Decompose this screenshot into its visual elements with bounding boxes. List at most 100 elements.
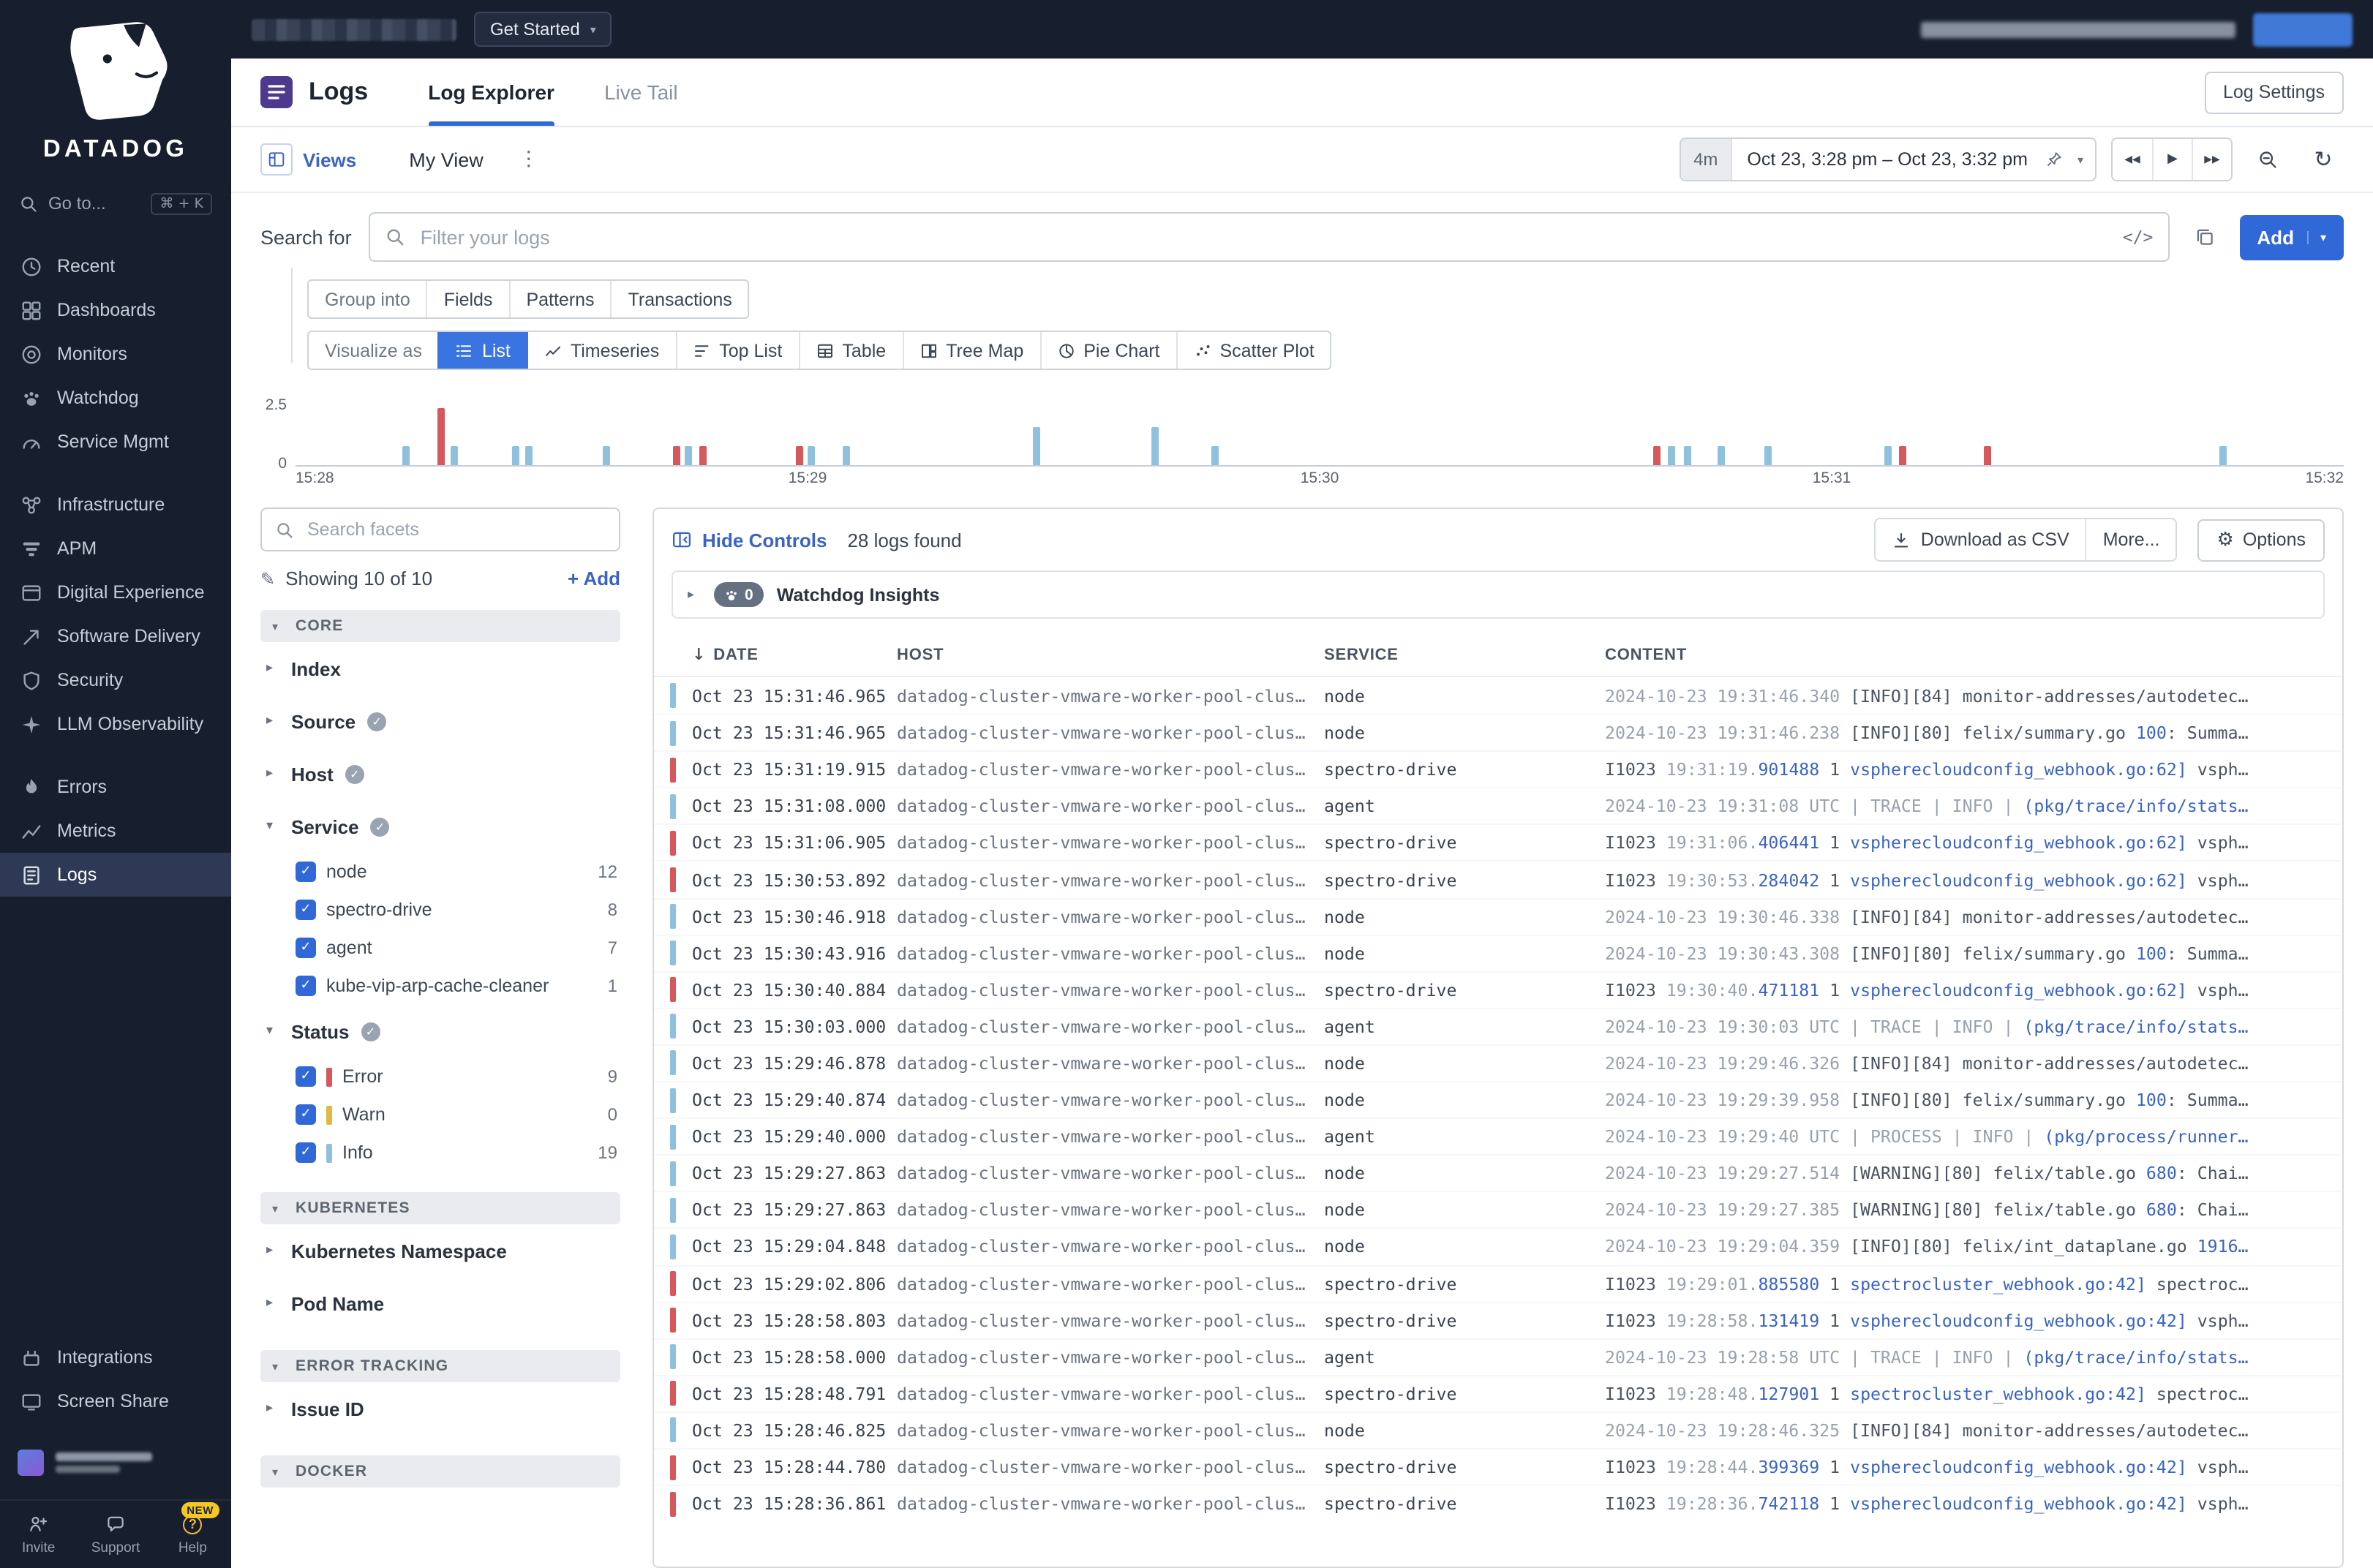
facet-search-input[interactable] — [304, 518, 606, 541]
sidebar-item-metrics[interactable]: Metrics — [0, 809, 231, 853]
download-csv-button[interactable]: Download as CSV — [1875, 519, 2086, 560]
refresh-button[interactable]: ↻ — [2303, 137, 2344, 181]
sidebar-item-recent[interactable]: Recent — [0, 244, 231, 288]
log-row[interactable]: Oct 23 15:29:40.874 datadog-cluster-vmwar… — [654, 1081, 2342, 1117]
edit-icon[interactable]: ✎ — [260, 568, 275, 589]
histogram-bar[interactable] — [1211, 446, 1219, 465]
viz-tab-top-list[interactable]: Top List — [675, 332, 798, 369]
checkbox-checked[interactable]: ✓ — [296, 1104, 316, 1125]
facet-pod-name[interactable]: ▸ Pod Name — [260, 1277, 620, 1330]
histogram-bar[interactable] — [1151, 427, 1159, 465]
histogram-bar[interactable] — [795, 446, 803, 465]
log-row[interactable]: Oct 23 15:28:48.791 datadog-cluster-vmwar… — [654, 1374, 2342, 1411]
facet-issue-id[interactable]: ▸ Issue ID — [260, 1382, 620, 1435]
log-row[interactable]: Oct 23 15:29:40.000 datadog-cluster-vmwar… — [654, 1117, 2342, 1154]
time-range-picker[interactable]: 4m Oct 23, 3:28 pm – Oct 23, 3:32 pm ▾ — [1679, 137, 2096, 181]
kebab-menu-icon[interactable]: ⋮ — [519, 148, 539, 171]
tab-live-tail[interactable]: Live Tail — [604, 59, 678, 126]
filter-input[interactable] — [417, 225, 2111, 249]
pin-icon[interactable] — [2042, 151, 2066, 168]
histogram-bar[interactable] — [603, 446, 610, 465]
histogram-bar[interactable] — [1717, 446, 1725, 465]
facet-host[interactable]: ▸ Host ✓ — [260, 747, 620, 800]
forward-button[interactable]: ▶▶ — [2192, 139, 2231, 180]
histogram-plot[interactable] — [296, 402, 2344, 467]
histogram-bar[interactable] — [1764, 446, 1772, 465]
sidebar-item-digital-experience[interactable]: Digital Experience — [0, 570, 231, 614]
zoom-out-button[interactable] — [2247, 137, 2288, 181]
sidebar-item-apm[interactable]: APM — [0, 527, 231, 570]
histogram-bar[interactable] — [512, 446, 520, 465]
code-toggle-icon[interactable]: </> — [2123, 227, 2154, 247]
sidebar-item-integrations[interactable]: Integrations — [0, 1335, 231, 1379]
column-host[interactable]: HOST — [897, 646, 1324, 663]
sidebar-item-watchdog[interactable]: Watchdog — [0, 376, 231, 420]
histogram-bar[interactable] — [699, 446, 707, 465]
log-row[interactable]: Oct 23 15:29:27.863 datadog-cluster-vmwar… — [654, 1191, 2342, 1228]
viz-tab-tree-map[interactable]: Tree Map — [902, 332, 1039, 369]
checkbox-checked[interactable]: ✓ — [296, 1066, 316, 1087]
histogram-bar[interactable] — [672, 446, 680, 465]
chevron-down-icon[interactable]: ▾ — [2066, 153, 2095, 166]
viz-tab-scatter-plot[interactable]: Scatter Plot — [1176, 332, 1330, 369]
play-button[interactable]: ▶ — [2152, 139, 2192, 180]
histogram-bar[interactable] — [1899, 446, 1907, 465]
get-started-button[interactable]: Get Started ▾ — [474, 12, 612, 47]
facet-service[interactable]: ▾ Service ✓ — [260, 800, 620, 853]
column-date[interactable]: ↓ DATE — [692, 645, 897, 664]
histogram-bar[interactable] — [685, 446, 692, 465]
sidebar-item-screen-share[interactable]: Screen Share — [0, 1379, 231, 1423]
histogram-bar[interactable] — [437, 408, 445, 465]
histogram-bar[interactable] — [1884, 446, 1892, 465]
watchdog-insights[interactable]: ▸ 0 Watchdog Insights — [672, 570, 2325, 619]
sidebar-item-dashboards[interactable]: Dashboards — [0, 288, 231, 332]
more-button[interactable]: More... — [2085, 519, 2176, 560]
invite-button[interactable]: Invite — [0, 1501, 77, 1568]
histogram-bar[interactable] — [402, 446, 410, 465]
facet-status[interactable]: ▾ Status ✓ — [260, 1005, 620, 1058]
view-name[interactable]: My View — [409, 148, 484, 170]
log-row[interactable]: Oct 23 15:28:44.780 datadog-cluster-vmwar… — [654, 1447, 2342, 1485]
hide-controls-button[interactable]: Hide Controls — [672, 529, 827, 551]
sidebar-item-errors[interactable]: Errors — [0, 765, 231, 809]
log-search-input[interactable]: </> — [369, 212, 2170, 262]
checkbox-checked[interactable]: ✓ — [296, 862, 316, 882]
log-row[interactable]: Oct 23 15:30:53.892 datadog-cluster-vmwar… — [654, 860, 2342, 897]
histogram-bar[interactable] — [1033, 427, 1040, 465]
viz-tab-table[interactable]: Table — [798, 332, 902, 369]
log-row[interactable]: Oct 23 15:29:27.863 datadog-cluster-vmwar… — [654, 1154, 2342, 1191]
histogram-bar[interactable] — [1684, 446, 1692, 465]
facet-section-docker[interactable]: ▾ DOCKER — [260, 1455, 620, 1488]
facet-value-info[interactable]: ✓ Info 19 — [260, 1134, 620, 1172]
help-button[interactable]: NEW? Help — [154, 1501, 231, 1568]
tab-patterns[interactable]: Patterns — [508, 281, 610, 317]
facet-value-node[interactable]: ✓ node 12 — [260, 853, 620, 891]
views-button[interactable]: Views — [260, 143, 356, 176]
log-row[interactable]: Oct 23 15:31:06.905 datadog-cluster-vmwar… — [654, 823, 2342, 861]
facet-section-kubernetes[interactable]: ▾ KUBERNETES — [260, 1192, 620, 1224]
facet-value-spectro-drive[interactable]: ✓ spectro-drive 8 — [260, 891, 620, 929]
facet-section-error-tracking[interactable]: ▾ ERROR TRACKING — [260, 1350, 620, 1382]
redacted-topbar-button[interactable] — [2253, 12, 2353, 46]
sidebar-item-service-mgmt[interactable]: Service Mgmt — [0, 420, 231, 464]
log-row[interactable]: Oct 23 15:30:03.000 datadog-cluster-vmwar… — [654, 1007, 2342, 1044]
support-button[interactable]: Support — [77, 1501, 154, 1568]
sidebar-item-security[interactable]: Security — [0, 658, 231, 702]
log-row[interactable]: Oct 23 15:30:43.916 datadog-cluster-vmwar… — [654, 934, 2342, 970]
column-content[interactable]: CONTENT — [1605, 646, 2342, 663]
search-for-label[interactable]: Search for — [260, 226, 352, 248]
log-row[interactable]: Oct 23 15:31:08.000 datadog-cluster-vmwar… — [654, 787, 2342, 824]
facet-value-warn[interactable]: ✓ Warn 0 — [260, 1096, 620, 1134]
log-row[interactable]: Oct 23 15:28:58.000 datadog-cluster-vmwar… — [654, 1338, 2342, 1374]
tab-fields[interactable]: Fields — [426, 281, 509, 317]
histogram-bar[interactable] — [808, 446, 815, 465]
tab-log-explorer[interactable]: Log Explorer — [428, 59, 555, 126]
facet-value-agent[interactable]: ✓ agent 7 — [260, 929, 620, 967]
add-button[interactable]: Add ▾ — [2239, 214, 2344, 260]
log-row[interactable]: Oct 23 15:28:36.861 datadog-cluster-vmwar… — [654, 1485, 2342, 1521]
facet-kubernetes-namespace[interactable]: ▸ Kubernetes Namespace — [260, 1224, 620, 1277]
viz-tab-list[interactable]: List — [437, 332, 527, 369]
sidebar-item-monitors[interactable]: Monitors — [0, 332, 231, 376]
rewind-button[interactable]: ◀◀ — [2113, 139, 2152, 180]
facet-section-core[interactable]: ▾ CORE — [260, 610, 620, 642]
